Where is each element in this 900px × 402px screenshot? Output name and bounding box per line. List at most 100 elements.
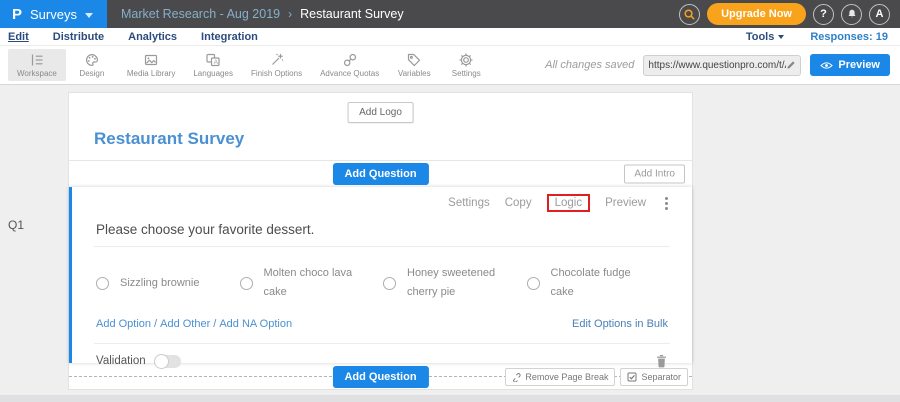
validation-toggle[interactable] — [154, 355, 181, 368]
answer-option-label[interactable]: Honey sweetened cherry pie — [407, 264, 502, 303]
toolbar-item-variables[interactable]: Variables — [388, 49, 440, 81]
link-separator: / — [154, 318, 157, 330]
chevron-down-icon — [85, 13, 93, 18]
nav-tab-distribute[interactable]: Distribute — [53, 31, 104, 43]
answer-option[interactable]: Chocolate fudge cake — [527, 264, 671, 303]
survey-page: Add Logo Restaurant Survey Add Question … — [68, 92, 693, 390]
toggle-knob — [154, 354, 169, 369]
question-logic-link[interactable]: Logic — [547, 194, 591, 212]
toolbar-item-label: Finish Options — [251, 69, 302, 78]
questionpro-logo: P — [12, 6, 22, 23]
responses-count-link[interactable]: Responses: 19 — [810, 31, 888, 43]
radio-icon[interactable] — [240, 277, 253, 290]
question-settings-link[interactable]: Settings — [448, 197, 490, 209]
radio-icon[interactable] — [96, 277, 109, 290]
toolbar-item-label: Media Library — [127, 69, 175, 78]
tools-menu[interactable]: Tools — [746, 31, 785, 43]
question-number-label: Q1 — [8, 218, 24, 232]
help-button[interactable]: ? — [813, 4, 834, 25]
chain-links-icon — [342, 52, 358, 68]
kebab-menu-icon[interactable] — [663, 195, 670, 212]
trash-icon — [655, 354, 668, 368]
breadcrumb-survey-name[interactable]: Restaurant Survey — [300, 7, 404, 21]
upgrade-now-button[interactable]: Upgrade Now — [707, 3, 806, 25]
delete-question-button[interactable] — [655, 354, 668, 368]
bell-icon — [846, 8, 858, 20]
add-option-link[interactable]: Add Option — [96, 318, 151, 330]
bottom-edge — [0, 395, 900, 402]
survey-url-field[interactable] — [643, 55, 801, 76]
nav-tab-integration[interactable]: Integration — [201, 31, 258, 43]
toolbar-right: All changes saved Preview — [545, 54, 890, 76]
question-copy-link[interactable]: Copy — [505, 197, 532, 209]
add-na-option-link[interactable]: Add NA Option — [219, 318, 292, 330]
media-image-icon — [143, 52, 159, 68]
toolbar-item-languages[interactable]: A Languages — [184, 49, 242, 81]
separator-label: Separator — [641, 372, 681, 382]
page-break-controls: Remove Page Break Separator — [505, 368, 688, 386]
topbar-actions: Upgrade Now ? A — [679, 3, 890, 25]
nav-tab-analytics[interactable]: Analytics — [128, 31, 177, 43]
preview-label: Preview — [838, 59, 880, 71]
question-text[interactable]: Please choose your favorite dessert. — [94, 215, 670, 247]
toolbar-item-label: Languages — [193, 69, 233, 78]
tag-icon — [406, 52, 422, 68]
answer-option-label[interactable]: Chocolate fudge cake — [551, 264, 646, 303]
add-question-button-bottom[interactable]: Add Question — [332, 366, 428, 388]
magic-wand-icon — [269, 52, 285, 68]
toolbar-item-design[interactable]: Design — [66, 49, 118, 81]
autosave-status: All changes saved — [545, 59, 634, 71]
toolbar-item-settings[interactable]: Settings — [440, 49, 492, 81]
question-preview-link[interactable]: Preview — [605, 197, 646, 209]
breadcrumb-separator: › — [288, 7, 292, 21]
answer-option[interactable]: Honey sweetened cherry pie — [383, 264, 527, 303]
radio-icon[interactable] — [527, 277, 540, 290]
remove-page-break-button[interactable]: Remove Page Break — [505, 368, 615, 386]
toolbar-item-label: Design — [79, 69, 104, 78]
answer-option-label[interactable]: Sizzling brownie — [120, 274, 199, 293]
option-links-row: Add Option/Add Other/Add NA Option Edit … — [94, 318, 670, 330]
answer-option-label[interactable]: Molten choco lava cake — [264, 264, 359, 303]
survey-title[interactable]: Restaurant Survey — [94, 129, 244, 149]
question-block: Settings Copy Logic Preview Please choos… — [69, 187, 692, 363]
add-intro-button[interactable]: Add Intro — [624, 164, 685, 183]
answer-option[interactable]: Molten choco lava cake — [240, 264, 384, 303]
preview-button[interactable]: Preview — [810, 54, 890, 76]
survey-url-input[interactable] — [648, 60, 786, 71]
unlink-icon — [512, 373, 521, 382]
toolbar-item-label: Workspace — [17, 69, 57, 78]
separator-toggle-button[interactable]: Separator — [620, 368, 688, 386]
toolbar-item-media-library[interactable]: Media Library — [118, 49, 184, 81]
nav-tab-edit[interactable]: Edit — [8, 31, 29, 43]
section-nav: Edit Distribute Analytics Integration To… — [0, 28, 900, 46]
add-logo-button[interactable]: Add Logo — [347, 102, 414, 123]
breadcrumb-folder[interactable]: Market Research - Aug 2019 — [121, 7, 280, 21]
toolbar-item-label: Settings — [452, 69, 481, 78]
option-links: Add Option/Add Other/Add NA Option — [96, 318, 292, 330]
gear-icon — [458, 52, 474, 68]
surveys-menu[interactable]: P Surveys — [0, 0, 107, 28]
chevron-down-icon — [778, 35, 784, 39]
product-name: Surveys — [30, 7, 77, 22]
notifications-button[interactable] — [841, 4, 862, 25]
pencil-icon[interactable] — [786, 60, 796, 70]
search-button[interactable] — [679, 4, 700, 25]
toolbar-item-finish-options[interactable]: Finish Options — [242, 49, 311, 81]
design-palette-icon — [84, 52, 100, 68]
add-question-button[interactable]: Add Question — [332, 163, 428, 185]
toolbar-item-workspace[interactable]: Workspace — [8, 49, 66, 81]
svg-text:A: A — [214, 59, 219, 66]
radio-icon[interactable] — [383, 277, 396, 290]
remove-page-break-label: Remove Page Break — [525, 372, 608, 382]
edit-options-in-bulk-link[interactable]: Edit Options in Bulk — [572, 318, 668, 330]
question-actions: Settings Copy Logic Preview — [94, 187, 670, 215]
answer-option[interactable]: Sizzling brownie — [96, 264, 240, 303]
toolbar-item-advance-quotas[interactable]: Advance Quotas — [311, 49, 388, 81]
topbar: P Surveys Market Research - Aug 2019 › R… — [0, 0, 900, 28]
answer-options: Sizzling brownie Molten choco lava cake … — [94, 264, 670, 303]
avatar[interactable]: A — [869, 4, 890, 25]
add-other-link[interactable]: Add Other — [160, 318, 210, 330]
page-break: Add Question Remove Page Break Separator — [69, 376, 692, 377]
tools-label: Tools — [746, 31, 775, 43]
eye-icon — [820, 61, 833, 70]
